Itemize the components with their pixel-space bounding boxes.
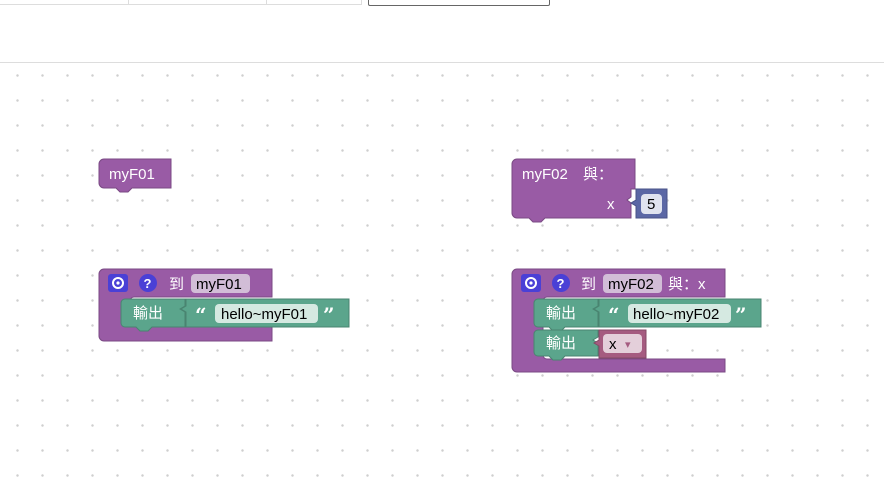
variable-block[interactable]: x ▾ [593,329,647,359]
define-myf02-return-block-1[interactable]: 輸出 [533,298,599,332]
number-block[interactable]: 5 [630,188,668,219]
help-icon[interactable]: ? [552,274,570,292]
define-myf02-params: 與：x [668,276,706,293]
gear-icon[interactable] [521,274,541,292]
help-icon[interactable]: ? [139,274,157,292]
define-myf02-to-label: 到 [581,276,596,293]
call-myf02-with-label: 與： [583,166,613,183]
define-myf02-return-label-1: 輸出 [546,305,576,322]
define-myf01-return-block[interactable]: 輸出 [120,298,186,332]
blocks-canvas: myF01 myF02 與： x 5 ? 到 myF01 輸出 “ hello~… [98,158,762,373]
call-myf01-block[interactable]: myF01 [98,158,172,193]
help-glyph: ? [557,276,565,291]
define-myf02-return-block-2[interactable]: 輸出 [533,329,599,361]
define-myf01-name: myF01 [196,276,242,293]
help-glyph: ? [144,276,152,291]
string-block-f01[interactable]: “ hello~myF01 ” [180,298,350,328]
number-value: 5 [647,196,655,213]
define-myf02-name: myF02 [608,276,654,293]
dropdown-arrow-icon: ▾ [625,338,631,351]
variable-name: x [609,336,617,353]
define-myf01-to-label: 到 [169,276,184,293]
define-myf02-return-label-2: 輸出 [546,335,576,352]
string-value-f02: hello~myF02 [633,306,719,323]
quote-open-icon: “ [608,303,620,327]
quote-open-icon: “ [195,303,207,327]
call-myf01-name: myF01 [109,166,155,183]
call-myf02-arg-label: x [607,196,615,213]
string-block-f02[interactable]: “ hello~myF02 ” [593,298,762,328]
quote-close-icon: ” [323,303,335,327]
quote-close-icon: ” [735,303,747,327]
define-myf01-return-label: 輸出 [133,305,163,322]
call-myf02-block[interactable]: myF02 與： x [511,158,636,223]
call-myf02-name: myF02 [522,166,568,183]
string-value-f01: hello~myF01 [221,306,307,323]
gear-icon[interactable] [108,274,128,292]
